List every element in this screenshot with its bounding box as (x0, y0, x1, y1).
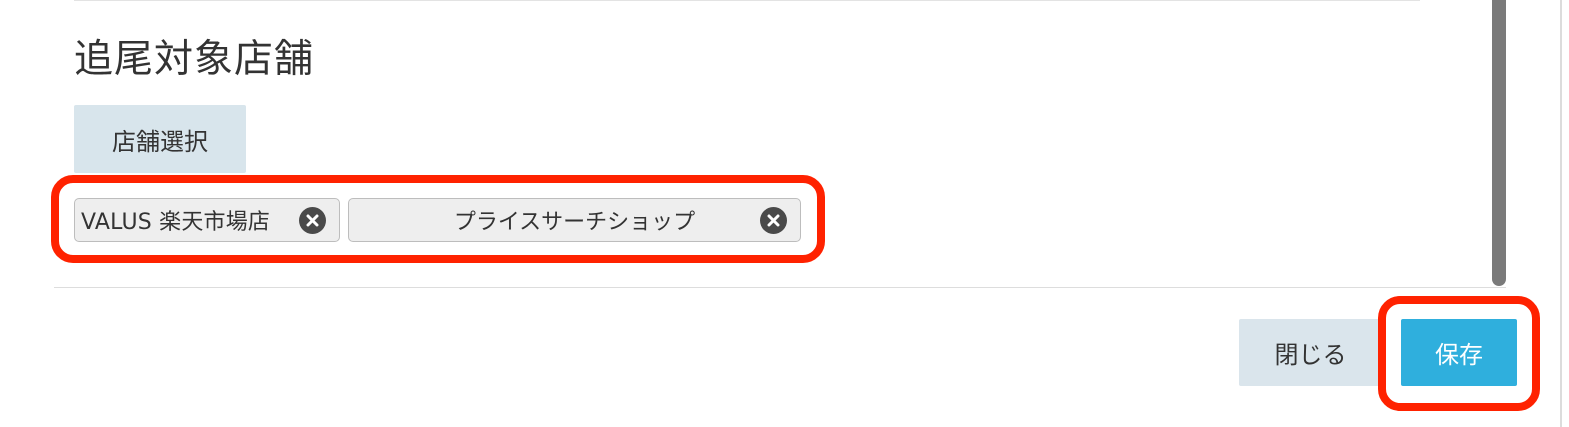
footer-divider (54, 287, 1506, 288)
modal-right-edge (1560, 0, 1562, 427)
scrollbar-thumb[interactable] (1492, 0, 1506, 286)
store-tag-label: プライスサーチショップ (453, 210, 696, 235)
close-circle-icon[interactable] (760, 207, 787, 234)
close-circle-icon[interactable] (299, 207, 326, 234)
store-select-button[interactable]: 店舗選択 (74, 105, 246, 173)
store-tag: VALUS 楽天市場店 (74, 198, 340, 242)
close-button[interactable]: 閉じる (1239, 319, 1382, 386)
store-tag-label: VALUS 楽天市場店 (81, 210, 271, 235)
store-tag: プライスサーチショップ (348, 198, 801, 242)
section-title: 追尾対象店舗 (74, 37, 315, 82)
top-divider (74, 0, 1420, 1)
modal-body: 追尾対象店舗 店舗選択 VALUS 楽天市場店 プライスサーチショップ 閉じる … (0, 0, 1569, 427)
save-button[interactable]: 保存 (1401, 319, 1517, 386)
